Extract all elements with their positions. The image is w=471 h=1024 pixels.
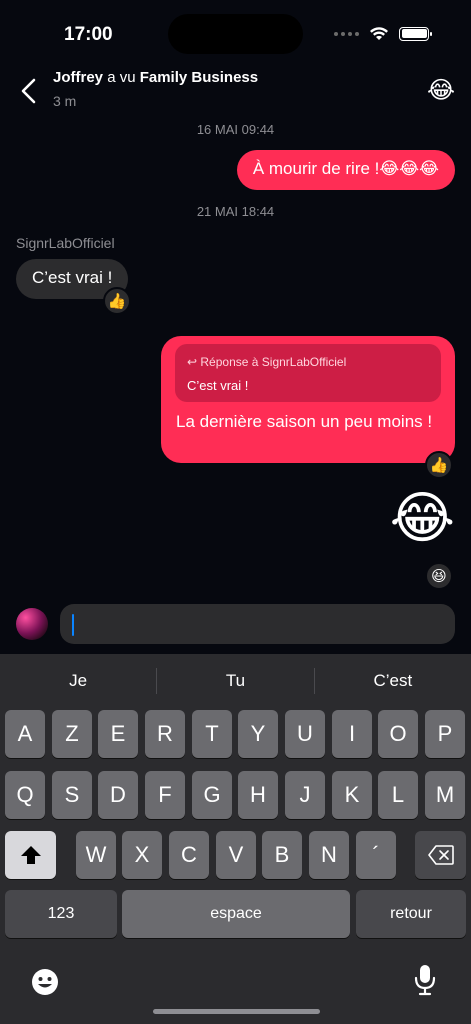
message-text: La dernière saison un peu moins ! — [176, 412, 433, 431]
composer — [0, 600, 471, 650]
date-separator: 16 MAI 09:44 — [196, 122, 275, 137]
key-e[interactable]: E — [98, 710, 138, 758]
cellular-signal-icon — [334, 31, 359, 36]
key-j[interactable]: J — [285, 771, 325, 819]
key-i[interactable]: I — [332, 710, 372, 758]
reaction-laughing-icon[interactable]: 😆 — [425, 562, 453, 590]
key-x[interactable]: X — [122, 831, 162, 879]
key-h[interactable]: H — [238, 771, 278, 819]
key-w[interactable]: W — [76, 831, 116, 879]
shift-key[interactable] — [5, 831, 56, 879]
key-z[interactable]: Z — [52, 710, 92, 758]
key-v[interactable]: V — [216, 831, 256, 879]
reply-header: ↩ Réponse à SignrLabOfficiel — [187, 355, 346, 369]
key-m[interactable]: M — [425, 771, 465, 819]
chat-header: Joffrey a vu Family Business 3 m 😂 — [0, 62, 471, 114]
reaction-thumbs-up-icon[interactable]: 👍 — [425, 451, 453, 479]
emoji-keyboard-icon[interactable] — [30, 967, 60, 997]
suggestion-3[interactable]: C’est — [315, 671, 471, 691]
header-timestamp: 3 m — [53, 93, 77, 109]
key-p[interactable]: P — [425, 710, 465, 758]
contact-name: Joffrey — [53, 69, 104, 86]
key-k[interactable]: K — [332, 771, 372, 819]
user-avatar[interactable] — [16, 608, 48, 640]
back-chevron-icon[interactable] — [16, 76, 42, 106]
home-indicator[interactable] — [153, 1009, 320, 1014]
keyboard: Je Tu C’est A Z E R T Y U I O P Q S D F … — [0, 654, 471, 1024]
message-outgoing-reply[interactable]: ↩ Réponse à SignrLabOfficiel C’est vrai … — [161, 336, 455, 463]
key-g[interactable]: G — [192, 771, 232, 819]
suggestion-1[interactable]: Je — [0, 671, 156, 691]
reply-header-text: Réponse à SignrLabOfficiel — [200, 355, 347, 369]
backspace-icon — [427, 845, 454, 865]
key-q[interactable]: Q — [5, 771, 45, 819]
key-a[interactable]: A — [5, 710, 45, 758]
reply-quoted-text: C’est vrai ! — [187, 378, 249, 393]
message-sender: SignrLabOfficiel — [16, 235, 115, 251]
header-title-middle: a vu — [103, 69, 140, 86]
header-title[interactable]: Joffrey a vu Family Business — [53, 69, 258, 86]
dynamic-island — [168, 14, 303, 54]
text-caret — [72, 614, 74, 636]
suggestion-2[interactable]: Tu — [157, 671, 313, 691]
key-o[interactable]: O — [378, 710, 418, 758]
key-r[interactable]: R — [145, 710, 185, 758]
key-y[interactable]: Y — [238, 710, 278, 758]
reply-quote[interactable]: ↩ Réponse à SignrLabOfficiel C’est vrai … — [175, 344, 441, 402]
header-emoji-button[interactable]: 😂 — [427, 76, 455, 105]
microphone-icon[interactable] — [413, 964, 437, 996]
key-n[interactable]: N — [309, 831, 349, 879]
key-b[interactable]: B — [262, 831, 302, 879]
status-icons — [334, 26, 432, 41]
battery-icon — [399, 26, 432, 41]
status-time: 17:00 — [64, 24, 113, 45]
return-key[interactable]: retour — [356, 890, 466, 938]
backspace-key[interactable] — [415, 831, 466, 879]
key-accent[interactable]: ´ — [356, 831, 396, 879]
suggestion-bar: Je Tu C’est — [0, 654, 471, 708]
key-d[interactable]: D — [98, 771, 138, 819]
key-c[interactable]: C — [169, 831, 209, 879]
message-emoji[interactable]: 😂 — [390, 490, 455, 546]
numbers-key[interactable]: 123 — [5, 890, 117, 938]
key-s[interactable]: S — [52, 771, 92, 819]
key-t[interactable]: T — [192, 710, 232, 758]
wifi-icon — [370, 27, 388, 40]
message-outgoing-1[interactable]: À mourir de rire !😂😂😂 — [236, 150, 455, 190]
message-input[interactable] — [60, 604, 455, 644]
shift-arrow-icon — [20, 846, 41, 864]
date-separator: 21 MAI 18:44 — [196, 204, 275, 219]
reply-arrow-icon: ↩ — [187, 355, 201, 369]
key-l[interactable]: L — [378, 771, 418, 819]
key-u[interactable]: U — [285, 710, 325, 758]
key-f[interactable]: F — [145, 771, 185, 819]
reaction-thumbs-up-icon[interactable]: 👍 — [103, 287, 131, 315]
space-key[interactable]: espace — [122, 890, 350, 938]
show-title: Family Business — [139, 69, 259, 86]
status-bar: 17:00 — [0, 0, 471, 60]
